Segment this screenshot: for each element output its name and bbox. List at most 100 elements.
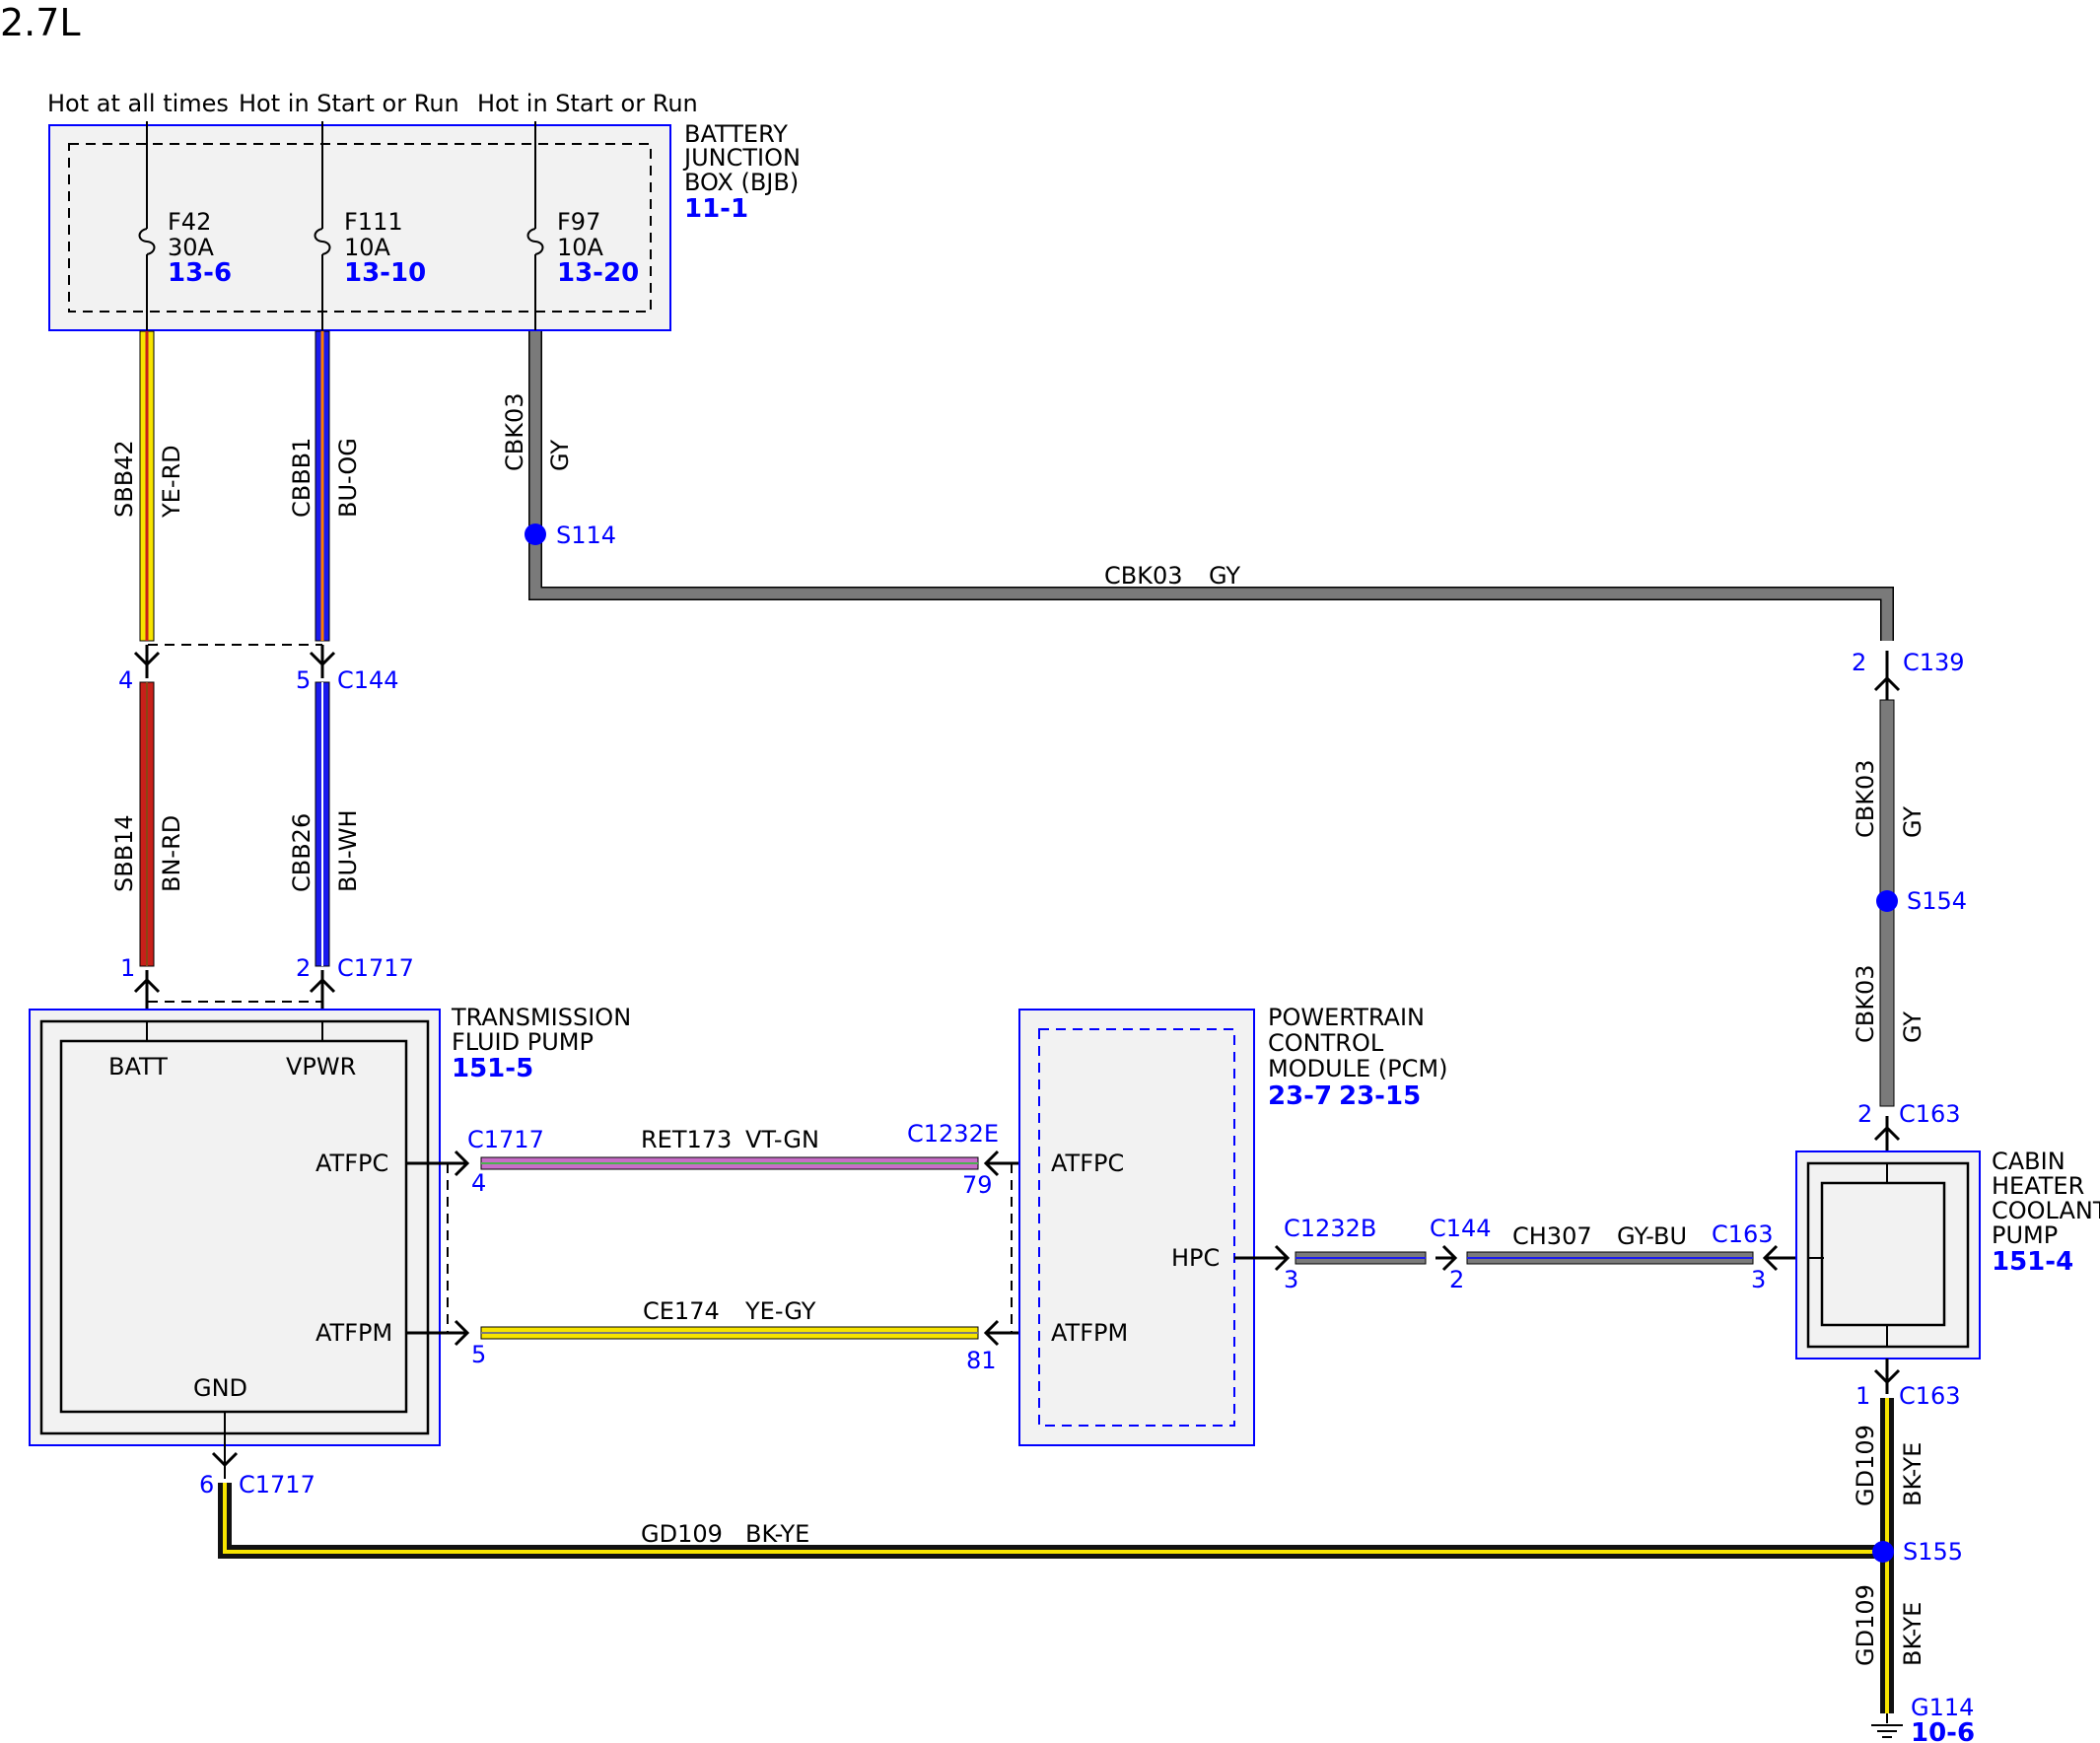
pin-label: ATFPM — [1051, 1319, 1128, 1347]
wire-circuit-label: SBB14 — [110, 814, 138, 892]
connector-id[interactable]: C1717 — [337, 954, 414, 982]
pcm-ref-link[interactable]: 23-7 — [1268, 1081, 1332, 1111]
wire-cbb26 — [315, 681, 330, 967]
wire-color-label: BU-WH — [334, 810, 362, 893]
connector-arrow-icon — [133, 645, 161, 678]
splice-dot-icon — [525, 523, 546, 545]
connector-id[interactable]: C1232B — [1284, 1215, 1376, 1242]
cabin-heater-coolant-pump: CABIN HEATER COOLANT PUMP 151-4 — [1795, 1148, 2100, 1360]
wire-color-label: GY — [546, 440, 574, 471]
connector-id[interactable]: C163 — [1712, 1220, 1774, 1248]
connector-arrow-icon — [1873, 651, 1901, 700]
wire-color-label: BK-YE — [745, 1520, 809, 1548]
wire-color-label: GY-BU — [1617, 1222, 1687, 1250]
wire-circuit-label: CBBB1 — [288, 438, 315, 518]
fuse-ref-link[interactable]: 13-20 — [557, 258, 639, 288]
power-source-label: Hot in Start or Run — [477, 90, 698, 117]
connector-id[interactable]: C1717 — [467, 1126, 544, 1153]
bjb-ref-link[interactable]: 11-1 — [684, 194, 748, 224]
pin-number: 2 — [296, 954, 311, 982]
splice-dot-icon — [1872, 1541, 1894, 1563]
pin-label: ATFPM — [315, 1319, 392, 1347]
connector-id[interactable]: C1232E — [907, 1120, 999, 1148]
pin-label: BATT — [108, 1053, 168, 1081]
pcm-ref-link[interactable]: 23-15 — [1339, 1081, 1421, 1111]
pcm-outline — [1018, 1009, 1255, 1446]
fuse-rating: 10A — [344, 234, 391, 261]
wire-color-label: GY — [1899, 806, 1926, 838]
chcp-ref-link[interactable]: 151-4 — [1992, 1247, 2073, 1277]
connector-id[interactable]: C139 — [1903, 649, 1965, 676]
wire-circuit-label: SBB42 — [110, 440, 138, 518]
tfp-body — [59, 1039, 408, 1414]
connector-arrow-icon — [1873, 1116, 1901, 1155]
fuse-ref-link[interactable]: 13-6 — [168, 258, 232, 288]
bjb-name-line: JUNCTION — [682, 144, 801, 172]
wire-ch307 — [1466, 1251, 1754, 1265]
wire-color-label: GY — [1899, 1011, 1926, 1043]
fuse-id: F42 — [168, 208, 211, 236]
pcm-name-line: CONTROL — [1268, 1029, 1384, 1057]
tfp-name-line: TRANSMISSION — [451, 1004, 631, 1031]
chcp-body — [1820, 1181, 1946, 1327]
wire-circuit-label: CBK03 — [501, 393, 528, 472]
wire-circuit-label: CBK03 — [1852, 965, 1879, 1044]
wire-circuit-label: CE174 — [643, 1297, 720, 1325]
power-source-label: Hot at all times — [47, 90, 229, 117]
wire-color-label: BN-RD — [158, 815, 185, 892]
wire-color-label: BK-YE — [1899, 1442, 1926, 1506]
wire-color-label: YE-GY — [744, 1297, 816, 1325]
wire-circuit-label: CBK03 — [1104, 562, 1183, 590]
tfp-ref-link[interactable]: 151-5 — [452, 1054, 533, 1083]
wire-color-label: BK-YE — [1899, 1602, 1926, 1666]
chcp-name-line: HEATER — [1992, 1172, 2084, 1200]
pin-number: 79 — [962, 1171, 993, 1199]
chcp-name-line: PUMP — [1992, 1221, 2058, 1249]
wire-circuit-label: GD109 — [1852, 1584, 1879, 1666]
chcp-name-line: COOLANT — [1992, 1197, 2100, 1224]
connector-id[interactable]: C144 — [337, 666, 399, 694]
pin-number: 6 — [199, 1471, 214, 1499]
fuse-rating: 30A — [168, 234, 215, 261]
fuse-id: F97 — [557, 208, 600, 236]
splice-id[interactable]: S154 — [1907, 887, 1967, 915]
pcm-name-line: MODULE (PCM) — [1268, 1055, 1447, 1082]
transmission-fluid-pump: TRANSMISSION FLUID PUMP 151-5 BATT VPWR … — [29, 1004, 631, 1446]
pin-number: 2 — [1857, 1100, 1872, 1128]
wire-ce174 — [480, 1326, 979, 1340]
chcp-name-line: CABIN — [1992, 1148, 2065, 1175]
pin-number: 81 — [966, 1347, 997, 1374]
splice-id[interactable]: S155 — [1903, 1538, 1963, 1566]
wire-circuit-label: CBB26 — [288, 813, 315, 892]
connector-id[interactable]: C163 — [1899, 1100, 1961, 1128]
splice-dot-icon — [1876, 890, 1898, 912]
pin-label: VPWR — [286, 1053, 356, 1081]
wire-circuit-label: CBK03 — [1852, 760, 1879, 839]
power-source-label: Hot in Start or Run — [239, 90, 459, 117]
ground-ref-link[interactable]: 10-6 — [1911, 1718, 1975, 1743]
connector-arrow-icon — [309, 645, 336, 678]
wire-cbk03 — [528, 331, 1894, 641]
ground-id[interactable]: G114 — [1911, 1694, 1974, 1721]
wire-sbb42 — [139, 330, 155, 642]
pin-number: 2 — [1449, 1266, 1464, 1293]
wire-ret173 — [480, 1156, 979, 1170]
pin-number: 1 — [120, 954, 135, 982]
pin-number: 5 — [296, 666, 311, 694]
pin-label: ATFPC — [315, 1150, 388, 1177]
connector-arrow-icon — [1873, 1359, 1901, 1394]
connector-id[interactable]: C144 — [1430, 1215, 1492, 1242]
connector-id[interactable]: C163 — [1899, 1382, 1961, 1410]
connector-id[interactable]: C1717 — [239, 1471, 315, 1499]
ground-icon — [1871, 1713, 1903, 1738]
diagram-title: 2.7L — [0, 1, 81, 44]
pin-number: 5 — [471, 1341, 486, 1368]
tfp-name-line: FLUID PUMP — [452, 1028, 594, 1056]
fuse-ref-link[interactable]: 13-10 — [344, 258, 426, 288]
wire-cbbb1 — [315, 330, 330, 642]
powertrain-control-module: POWERTRAIN CONTROL MODULE (PCM) 23-7 23-… — [1018, 1004, 1447, 1446]
pin-label: ATFPC — [1051, 1150, 1124, 1177]
splice-id[interactable]: S114 — [556, 522, 616, 549]
wire-color-label: BU-OG — [334, 438, 362, 518]
pin-number: 2 — [1852, 649, 1866, 676]
